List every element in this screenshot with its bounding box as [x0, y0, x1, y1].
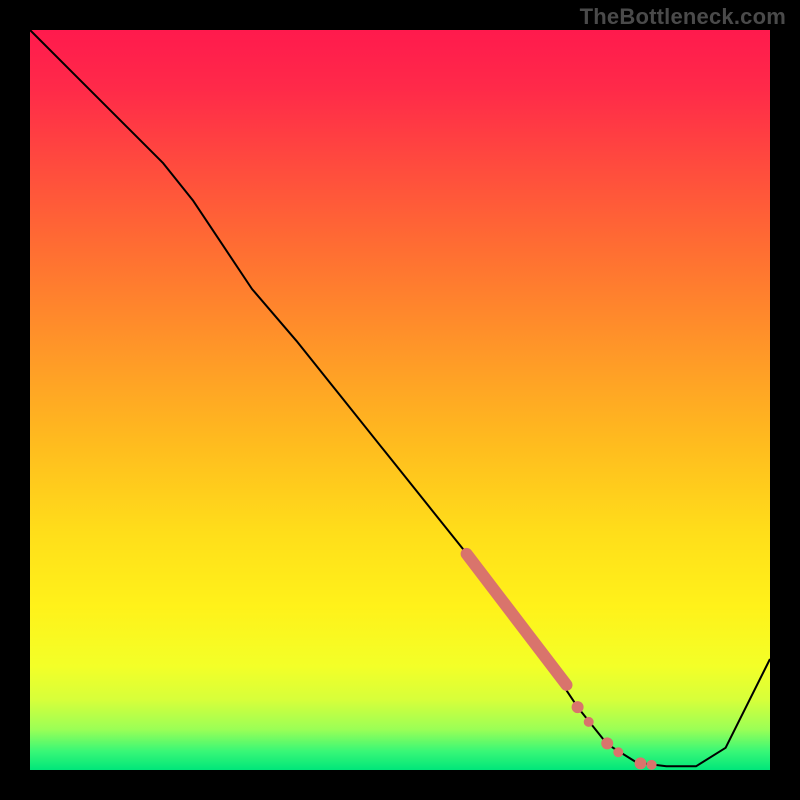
- highlight-dot: [572, 701, 584, 713]
- highlight-dot: [647, 760, 657, 770]
- watermark-text: TheBottleneck.com: [580, 4, 786, 30]
- bottleneck-chart: [0, 0, 800, 800]
- highlight-dot: [584, 717, 594, 727]
- chart-stage: TheBottleneck.com: [0, 0, 800, 800]
- highlight-dot: [635, 757, 647, 769]
- highlight-dot: [601, 737, 613, 749]
- highlight-dot: [613, 747, 623, 757]
